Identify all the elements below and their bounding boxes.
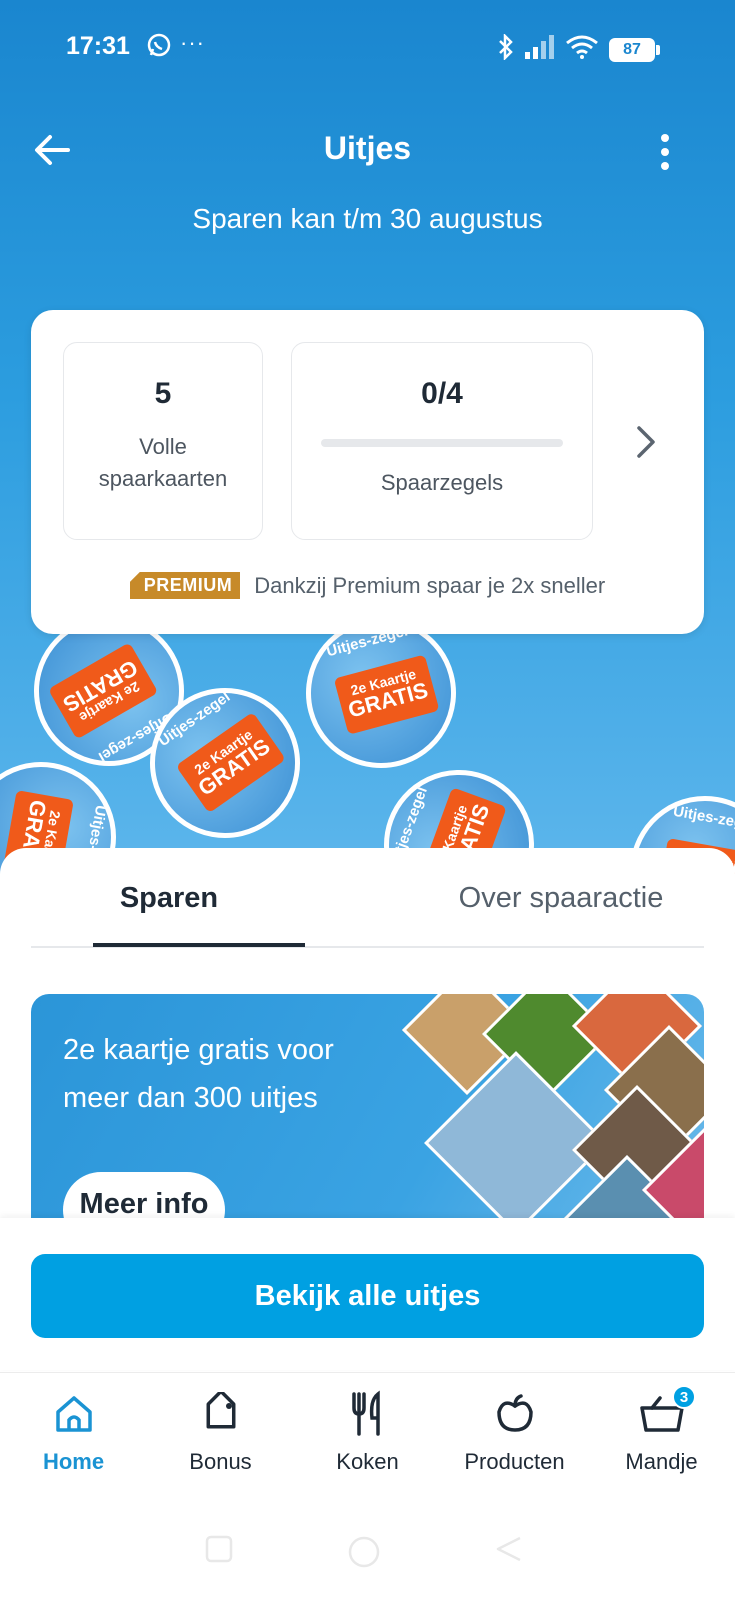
whatsapp-icon: [146, 32, 172, 63]
promo-banner[interactable]: 2e kaartje gratis voor meer dan 300 uitj…: [31, 994, 704, 1240]
nav-producten-label: Producten: [464, 1449, 565, 1474]
nav-bonus-label: Bonus: [189, 1449, 252, 1474]
tab-sparen[interactable]: Sparen: [31, 882, 307, 915]
nav-home-label: Home: [42, 1449, 105, 1474]
basket-count-badge: 3: [672, 1385, 696, 1409]
home-system-button[interactable]: [346, 1534, 382, 1575]
cutlery-icon: [294, 1390, 441, 1437]
stamps-value: 0/4: [421, 377, 463, 410]
bottom-navigation: Home Bonus Koken Producten 3 Mandje: [0, 1372, 735, 1500]
full-cards-stat: 5 Volle spaarkaarten: [63, 342, 263, 540]
stamps-label: Spaarzegels: [380, 470, 504, 495]
recent-apps-button[interactable]: [204, 1534, 234, 1569]
active-tab-indicator: [93, 943, 305, 947]
status-bar: 17:31 ··· 87: [0, 30, 735, 66]
premium-text: Dankzij Premium spaar je 2x sneller: [254, 572, 606, 598]
cta-area: Bekijk alle uitjes: [0, 1218, 735, 1370]
page-title: Uitjes: [323, 130, 412, 166]
tab-over-spaaractie[interactable]: Over spaaractie: [411, 882, 711, 915]
full-cards-value: 5: [154, 377, 172, 410]
premium-info: PREMIUM Dankzij Premium spaar je 2x snel…: [31, 572, 704, 599]
nav-producten[interactable]: Producten: [441, 1391, 588, 1475]
stamp-ring-text: Uitjes-zegel: [671, 802, 735, 834]
page-subtitle: Sparen kan t/m 30 augustus: [192, 203, 543, 234]
home-icon: [0, 1391, 147, 1437]
nav-bonus[interactable]: Bonus: [147, 1391, 294, 1475]
savings-summary-card[interactable]: 5 Volle spaarkaarten 0/4 Spaarzegels PRE…: [31, 310, 704, 634]
tag-icon: [147, 1391, 294, 1437]
bluetooth-icon: [497, 32, 515, 65]
signal-icon: [525, 35, 555, 64]
basket-icon: 3: [588, 1385, 735, 1437]
more-notifications-icon: ···: [180, 30, 205, 55]
nav-home[interactable]: Home: [0, 1391, 147, 1475]
nav-koken-label: Koken: [336, 1449, 399, 1474]
banner-headline: 2e kaartje gratis voor meer dan 300 uitj…: [63, 1034, 334, 1114]
stamps-progress-bar: [321, 439, 563, 447]
nav-mandje-label: Mandje: [625, 1449, 698, 1474]
tab-bar: Sparen Over spaaractie: [31, 848, 704, 948]
chevron-right-icon[interactable]: [631, 420, 661, 464]
more-options-icon[interactable]: [650, 130, 680, 174]
nav-koken[interactable]: Koken: [294, 1390, 441, 1475]
view-all-outings-button[interactable]: Bekijk alle uitjes: [31, 1254, 704, 1338]
premium-badge: PREMIUM: [129, 572, 241, 599]
status-icons: 87: [497, 32, 660, 65]
status-time: 17:31: [66, 32, 130, 60]
system-navigation-bar: [0, 1500, 735, 1600]
back-system-button[interactable]: [494, 1534, 524, 1569]
wifi-icon: [565, 35, 599, 64]
apple-icon: [441, 1391, 588, 1437]
stamp-ticket: 2e KaartjeGRATIS: [333, 654, 440, 735]
attractions-collage-image: [391, 994, 704, 1240]
nav-mandje[interactable]: 3 Mandje: [588, 1385, 735, 1475]
full-cards-label: Volle spaarkaarten: [98, 434, 228, 491]
battery-icon: 87: [609, 37, 660, 62]
stamps-stat: 0/4 Spaarzegels: [291, 342, 593, 540]
